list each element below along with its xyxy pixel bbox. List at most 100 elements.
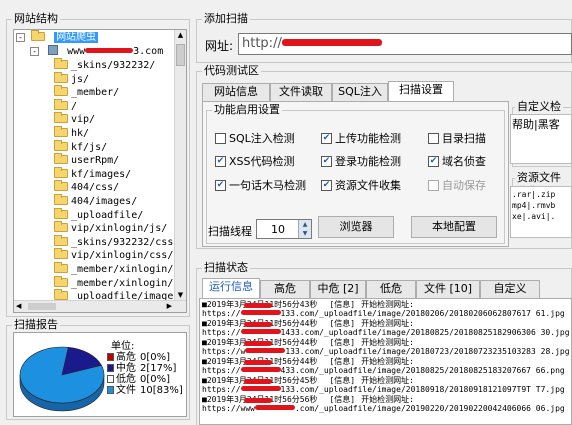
tree-item[interactable]: _member/xinlogin/c (54, 275, 179, 290)
tree-item[interactable]: _member/xinlogin/j (54, 262, 179, 276)
tree-item-label: _skins/932232/ (71, 60, 156, 71)
threads-spinner[interactable]: 10 ▲ ▼ (256, 219, 312, 239)
log-line-header: ■2019年3月24日11时56分43秒[信息]开始检测网址: (202, 300, 414, 309)
tree-vertical-scrollbar[interactable]: ▲ ▼ (174, 30, 186, 312)
tree-item[interactable]: vip/xinlogin/js/ (54, 221, 168, 235)
tab-label: 高危 (274, 282, 296, 295)
log-line-url: https://w 133.com/_uploadfile/image/20180… (202, 347, 570, 356)
tree-item-label: 404/images/ (71, 196, 138, 207)
tree-host-suffix: 3.com (133, 46, 164, 57)
folder-icon (54, 139, 68, 151)
spinner-down-icon[interactable]: ▼ (298, 229, 311, 238)
checkbox-checked[interactable] (215, 180, 226, 191)
legend-row: 低危 0[0%] (107, 374, 170, 385)
folder-icon (31, 30, 46, 41)
log-tag: [信息] (329, 395, 356, 404)
log-line-header: ■2019年3月24日11时56分44秒[信息]开始检测网址: (202, 338, 414, 347)
checkbox-unchecked[interactable] (428, 133, 439, 144)
checkbox-checked[interactable] (321, 133, 332, 144)
tree-item[interactable]: kf/images/ (54, 166, 131, 181)
collapse-icon[interactable]: - (16, 33, 25, 42)
tab-medium-risk[interactable]: 中危 [2] (310, 280, 366, 298)
tab-file-read[interactable]: 文件读取 (270, 83, 332, 101)
tree-horizontal-scrollbar[interactable]: ◀ ▶ (14, 300, 186, 312)
browser-button[interactable]: 浏览器 (318, 216, 394, 238)
tab-files[interactable]: 文件 [10] (416, 280, 480, 298)
option-1[interactable]: SQL注入检测 (215, 130, 295, 146)
scroll-left-arrow[interactable]: ◀ (16, 301, 21, 312)
tab-scan-settings[interactable]: 扫描设置 (388, 81, 454, 101)
tree-item[interactable]: vip/ (54, 112, 95, 126)
option-7[interactable]: 一句话木马检测 (215, 177, 306, 193)
folder-icon (54, 153, 68, 165)
log-tag: [信息] (329, 376, 356, 385)
folder-icon (54, 180, 68, 192)
tree-item[interactable]: vip/xinlogin/css/ (54, 248, 173, 262)
scroll-thumb[interactable] (176, 44, 185, 66)
threads-label: 扫描线程 (208, 225, 252, 238)
tree-item-label: vip/xinlogin/js/ (71, 223, 168, 235)
option-8[interactable]: 资源文件收集 (321, 177, 401, 193)
folder-icon (54, 248, 68, 260)
tree-item[interactable]: _uploadfile/ (54, 207, 143, 222)
folder-icon (54, 98, 68, 110)
option-3[interactable]: 目录扫描 (428, 130, 486, 146)
option-6[interactable]: 域名侦查 (428, 153, 486, 169)
scroll-down-arrow[interactable]: ▼ (175, 290, 186, 300)
tree-item-label: 404/css/ (71, 182, 120, 194)
tab-run-info[interactable]: 运行信息 (202, 278, 260, 298)
tree-item-label: userRpm/ (71, 155, 120, 167)
tree-item[interactable]: kf/js/ (54, 139, 107, 154)
scroll-thumb[interactable] (28, 303, 56, 310)
checkbox-unchecked[interactable] (215, 133, 226, 144)
checkbox-checked[interactable] (215, 156, 226, 167)
folder-icon (54, 166, 68, 178)
checkbox-checked[interactable] (428, 156, 439, 167)
tree-host-row[interactable]: - www 3.com (30, 45, 163, 58)
log-line-url: https:// 133.com/_uploadfile/image/201809… (202, 385, 565, 394)
tree-item[interactable]: hk/ (54, 126, 89, 140)
redaction (244, 360, 272, 365)
tree-root-row[interactable]: - 网站爬虫 (16, 30, 99, 44)
url-input[interactable]: http:// (238, 33, 572, 55)
site-tree[interactable]: - 网站爬虫 - www 3.com _skins/932232/js/ _memb… (13, 29, 187, 313)
tree-item[interactable]: 404/images/ (54, 194, 138, 208)
redaction (245, 348, 286, 353)
collapse-icon[interactable]: - (30, 47, 39, 56)
tree-root-label[interactable]: 网站爬虫 (54, 32, 99, 43)
log-tag: [信息] (329, 319, 356, 328)
tree-item[interactable]: _member/ (54, 85, 119, 99)
checkbox-checked[interactable] (321, 180, 332, 191)
folder-icon (54, 126, 68, 137)
option-label: 域名侦查 (442, 155, 486, 168)
tree-item[interactable]: userRpm/ (54, 153, 120, 167)
tab-label: 网站信息 (214, 85, 258, 98)
tree-item[interactable]: / (54, 98, 77, 113)
button-label: 本地配置 (432, 220, 476, 233)
option-4[interactable]: XSS代码检测 (215, 153, 295, 169)
tab-low-risk[interactable]: 低危 (366, 280, 416, 298)
tab-custom[interactable]: 自定义 (480, 280, 540, 298)
scroll-up-arrow[interactable]: ▲ (175, 30, 186, 40)
tab-high-risk[interactable]: 高危 (260, 280, 310, 298)
scroll-right-arrow[interactable]: ▶ (167, 301, 172, 312)
option-5[interactable]: 登录功能检测 (321, 153, 401, 169)
tree-item[interactable]: 404/css/ (54, 180, 120, 194)
tree-item[interactable]: js/ (54, 71, 89, 86)
option-2[interactable]: 上传功能检测 (321, 130, 401, 146)
log-line-header: ■2019年3月24日11时56分44秒[信息]开始检测网址: (202, 319, 414, 328)
folder-icon (54, 234, 68, 246)
spinner-up-icon[interactable]: ▲ (298, 220, 311, 229)
tab-site-info[interactable]: 网站信息 (202, 83, 270, 101)
local-config-button[interactable]: 本地配置 (411, 216, 497, 238)
redaction (281, 39, 382, 46)
resource-collect-textarea[interactable]: .rar|.zip mp4|.rmvb xe|.avi|. (510, 186, 572, 238)
custom-check-textarea[interactable]: 帮助|黑客 (510, 114, 572, 164)
tab-sql-injection[interactable]: SQL注入 (332, 83, 388, 101)
tree-item[interactable]: _skins/932232/css/ (54, 234, 179, 249)
tree-item[interactable]: _skins/932232/ (54, 58, 156, 72)
log-url-head: https://w (202, 347, 246, 356)
run-info-log[interactable]: ■2019年3月24日11时56分43秒[信息]开始检测网址: https://1… (199, 298, 572, 425)
checkbox-checked[interactable] (321, 156, 332, 167)
option-label: 资源文件收集 (335, 179, 401, 192)
